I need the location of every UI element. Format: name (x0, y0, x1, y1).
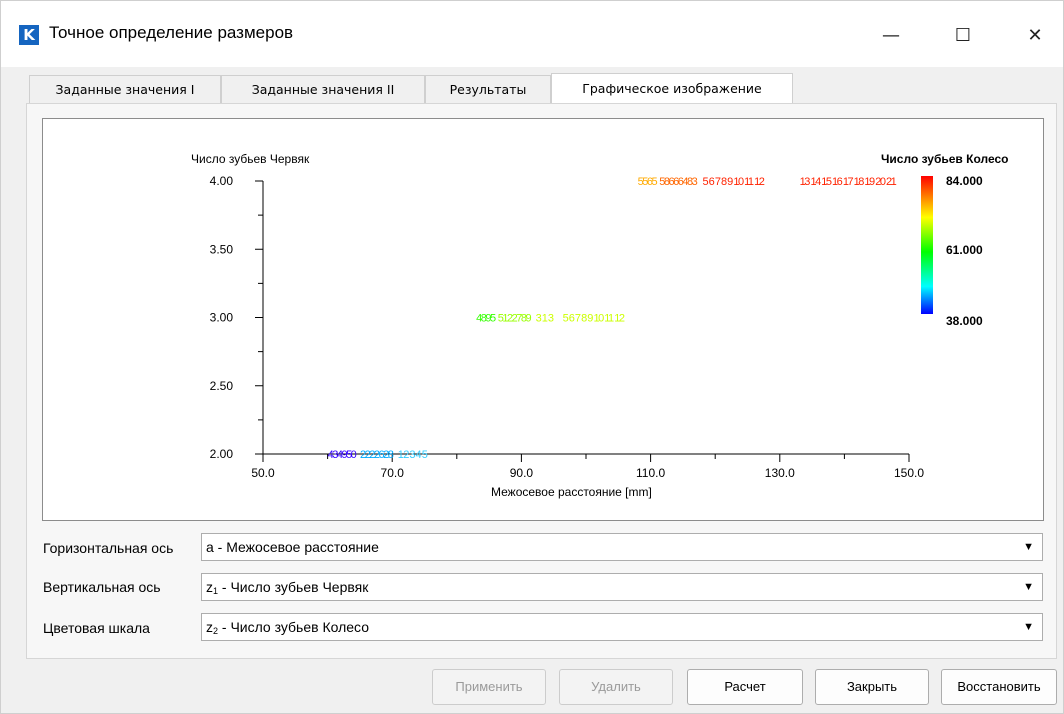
x-axis-label: Межосевое расстояние [mm] (491, 485, 652, 499)
chevron-down-icon: ▼ (1023, 541, 1034, 553)
close-icon: ✕ (1027, 24, 1043, 46)
dialog-window: K Точное определение размеров — ☐ ✕ Зада… (0, 0, 1064, 714)
point-label: 4895 (476, 313, 496, 325)
app-logo-icon: K (19, 25, 39, 45)
tab-results[interactable]: Результаты (425, 75, 551, 103)
y-tick-label: 2.00 (210, 447, 234, 461)
minimize-icon: — (882, 24, 900, 46)
point-label: 5565 (638, 176, 658, 188)
chart-area: 2.00 2.50 3.00 3.50 4.00 50.0 70.0 90.0 110.0 130… (42, 118, 1044, 521)
x-tick-label: 110.0 (636, 466, 665, 480)
window-title: Точное определение размеров (49, 23, 294, 42)
chevron-down-icon: ▼ (1023, 621, 1034, 633)
y-tick-label: 3.50 (210, 242, 234, 256)
horizontal-axis-select[interactable]: a - Межосевое расстояние ▼ (201, 533, 1043, 561)
point-label: 13 14 15 16 17 18 19 20 21 (800, 176, 897, 188)
colorbar-mid-label: 61.000 (946, 243, 983, 257)
close-dialog-button[interactable]: Закрыть (815, 669, 929, 705)
x-tick-label: 130.0 (765, 466, 795, 480)
calculate-button[interactable]: Расчет (687, 669, 803, 705)
chevron-down-icon: ▼ (1023, 581, 1034, 593)
title-bar: K Точное определение размеров — ☐ ✕ (1, 1, 1063, 67)
x-tick-label: 50.0 (251, 466, 275, 480)
y-tick-label: 3.00 (210, 311, 234, 325)
color-scale-value-prefix: z (206, 619, 213, 635)
point-label: 5122789 (498, 313, 532, 325)
tab-input-values-2[interactable]: Заданные значения II (221, 75, 425, 103)
maximize-button[interactable]: ☐ (941, 17, 985, 53)
colorbar-max-label: 84.000 (946, 174, 983, 188)
point-label: 58666483 (659, 176, 697, 188)
vertical-axis-select[interactable]: z1 - Число зубьев Червяк ▼ (201, 573, 1043, 601)
chart-axes: 2.00 2.50 3.00 3.50 4.00 50.0 70.0 90.0 110.0 130… (210, 174, 925, 480)
close-button[interactable]: ✕ (1013, 17, 1057, 53)
y-tick-label: 2.50 (210, 379, 234, 393)
tab-input-values-1[interactable]: Заданные значения I (29, 75, 221, 103)
restore-button[interactable]: Восстановить (941, 669, 1057, 705)
vertical-axis-value-prefix: z (206, 579, 213, 595)
maximize-icon: ☐ (954, 24, 972, 46)
color-scale-label: Цветовая шкала (43, 620, 150, 636)
color-scale-select[interactable]: z2 - Число зубьев Колесо ▼ (201, 613, 1043, 641)
point-label: 5 6 7 8 9 10 11 12 (563, 313, 625, 325)
horizontal-axis-value: a - Межосевое расстояние (206, 539, 379, 555)
colorbar-title: Число зубьев Колесо (881, 152, 1008, 166)
colorbar (921, 176, 933, 314)
y-axis-label: Число зубьев Червяк (191, 152, 310, 166)
point-label: 2222628 (360, 449, 394, 461)
horizontal-axis-label: Горизонтальная ось (43, 540, 174, 556)
tab-graphic[interactable]: Графическое изображение (551, 73, 793, 103)
point-label: 434950 (328, 449, 357, 461)
x-tick-label: 90.0 (510, 466, 534, 480)
vertical-axis-label: Вертикальная ось (43, 579, 161, 595)
chart-points: 434950 2222628 1 2 3 4 54895 5122789 3 1 35 6… (328, 176, 899, 461)
minimize-button[interactable]: — (869, 17, 913, 53)
chart-svg: 2.00 2.50 3.00 3.50 4.00 50.0 70.0 90.0 110.0 130… (191, 152, 1008, 499)
point-label: 2 3 4 5 (403, 449, 428, 461)
point-label: 3 1 3 (536, 313, 554, 325)
x-tick-label: 70.0 (381, 466, 405, 480)
apply-button[interactable]: Применить (432, 669, 546, 705)
point-label: 5 6 7 8 9 10 11 12 (702, 176, 764, 188)
vertical-axis-value-text: - Число зубьев Червяк (218, 579, 369, 595)
colorbar-min-label: 38.000 (946, 314, 983, 328)
y-tick-label: 4.00 (210, 174, 234, 188)
x-tick-label: 150.0 (894, 466, 924, 480)
delete-button[interactable]: Удалить (559, 669, 673, 705)
color-scale-value-text: - Число зубьев Колесо (218, 619, 369, 635)
